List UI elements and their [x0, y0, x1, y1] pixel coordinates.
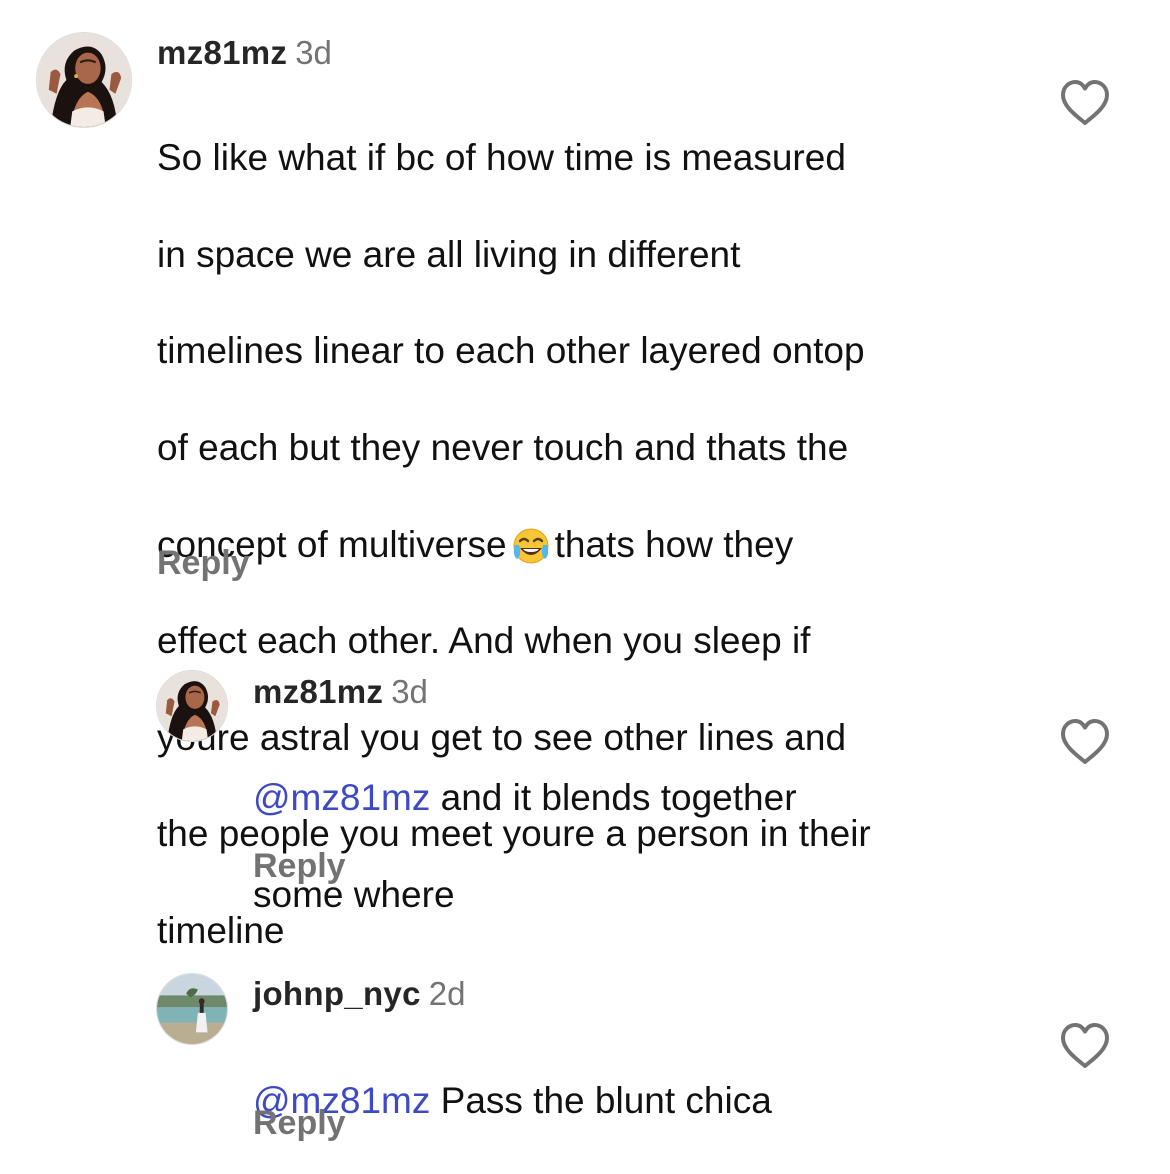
comment-header: mz81mz 3d: [157, 33, 332, 73]
comment-line-part: thats how they: [554, 523, 794, 565]
like-button[interactable]: [1058, 1021, 1112, 1071]
username[interactable]: mz81mz: [253, 673, 383, 710]
reply-button[interactable]: Reply: [253, 1103, 346, 1143]
comment-line: concept of multiverse thats how they: [157, 521, 1037, 569]
avatar-portrait-icon: [157, 671, 227, 741]
comment-3: johnp_nyc 2d @mz81mz Pass the blunt chica…: [0, 945, 1170, 1170]
comment-line: @mz81mz and it blends together: [253, 774, 1033, 822]
heart-outline-icon: [1061, 80, 1109, 125]
timestamp: 2d: [428, 975, 466, 1012]
like-button[interactable]: [1058, 717, 1112, 767]
reply-button[interactable]: Reply: [253, 846, 346, 886]
comment-1: mz81mz 3d So like what if bc of how time …: [0, 0, 1170, 951]
avatar[interactable]: [36, 32, 132, 128]
heart-outline-icon: [1061, 1023, 1109, 1068]
avatar[interactable]: [156, 973, 228, 1045]
comment-line-part: Pass the blunt chica: [430, 1080, 772, 1122]
avatar-beach-photo-icon: [157, 974, 227, 1044]
avatar[interactable]: [156, 670, 228, 742]
heart-outline-icon: [1061, 719, 1109, 764]
mention-link[interactable]: @mz81mz: [253, 777, 430, 818]
comment-line: timelines linear to each other layered o…: [157, 330, 865, 372]
comment-header: mz81mz 3d: [253, 672, 428, 712]
comment-header: johnp_nyc 2d: [253, 974, 465, 1014]
username[interactable]: johnp_nyc: [253, 975, 421, 1012]
timestamp: 3d: [295, 34, 332, 71]
comment-line: in space we are all living in different: [157, 233, 741, 275]
comment-2: mz81mz 3d @mz81mz and it blends together …: [0, 640, 1170, 915]
username[interactable]: mz81mz: [157, 34, 287, 71]
comment-line: of each but they never touch and thats t…: [157, 427, 849, 469]
comment-text: @mz81mz Pass the blunt chica: [253, 1029, 1033, 1174]
timestamp: 3d: [391, 673, 428, 710]
comment-line: So like what if bc of how time is measur…: [157, 137, 846, 179]
comment-line-part: and it blends together: [430, 777, 797, 819]
comment-line: some where: [253, 873, 455, 915]
like-button[interactable]: [1058, 78, 1112, 128]
comment-text: @mz81mz and it blends together some wher…: [253, 726, 1033, 967]
comment-line: @mz81mz Pass the blunt chica: [253, 1077, 1033, 1125]
face-with-tears-of-joy-icon: [511, 525, 551, 565]
reply-button[interactable]: Reply: [157, 543, 250, 583]
avatar-portrait-icon: [37, 33, 131, 127]
